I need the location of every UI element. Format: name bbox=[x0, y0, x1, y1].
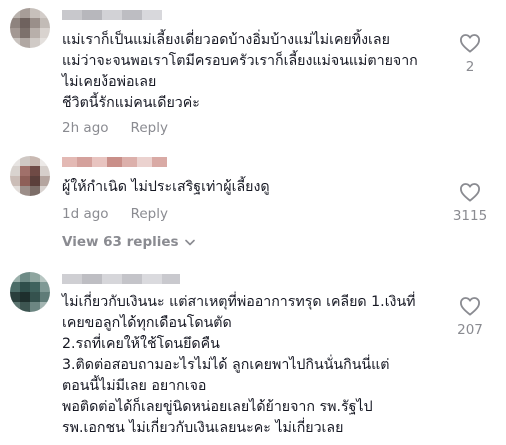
comment-text: ผู้ให้กำเนิด ไม่ประเสริฐเท่าผู้เลี้ยงดู bbox=[62, 179, 270, 195]
like-count: 2 bbox=[465, 59, 475, 75]
comment-text: แม่เราก็เป็นแม่เลี้ยงเดี่ยวอดบ้างอิ่มบ้า… bbox=[62, 32, 418, 111]
reply-button[interactable]: Reply bbox=[131, 206, 168, 222]
reply-button[interactable]: Reply bbox=[131, 120, 168, 136]
like-count: 207 bbox=[457, 322, 483, 338]
comment-meta: 1d ago Reply bbox=[62, 206, 168, 222]
avatar[interactable] bbox=[10, 272, 50, 312]
comment-meta: 2h ago Reply bbox=[62, 120, 168, 136]
heart-outline-icon[interactable] bbox=[459, 296, 481, 316]
comment-time: 2h ago bbox=[62, 120, 109, 136]
like-column: 207 bbox=[440, 296, 500, 338]
heart-outline-icon[interactable] bbox=[459, 33, 481, 53]
username[interactable] bbox=[62, 157, 167, 167]
view-replies-button[interactable]: View 63 replies bbox=[62, 234, 195, 250]
like-column: 3115 bbox=[440, 182, 500, 224]
comment-time: 1d ago bbox=[62, 206, 109, 222]
like-count: 3115 bbox=[452, 208, 488, 224]
avatar[interactable] bbox=[10, 156, 50, 196]
comment-text: ไม่เกี่ยวกับเงินนะ แต่สาเหตุที่พ่ออาการท… bbox=[62, 294, 416, 436]
username[interactable] bbox=[62, 274, 180, 284]
heart-outline-icon[interactable] bbox=[459, 182, 481, 202]
view-replies-label: View 63 replies bbox=[62, 234, 179, 250]
username[interactable] bbox=[62, 10, 162, 20]
avatar[interactable] bbox=[10, 8, 50, 48]
like-column: 2 bbox=[440, 33, 500, 75]
chevron-down-icon bbox=[184, 239, 195, 245]
